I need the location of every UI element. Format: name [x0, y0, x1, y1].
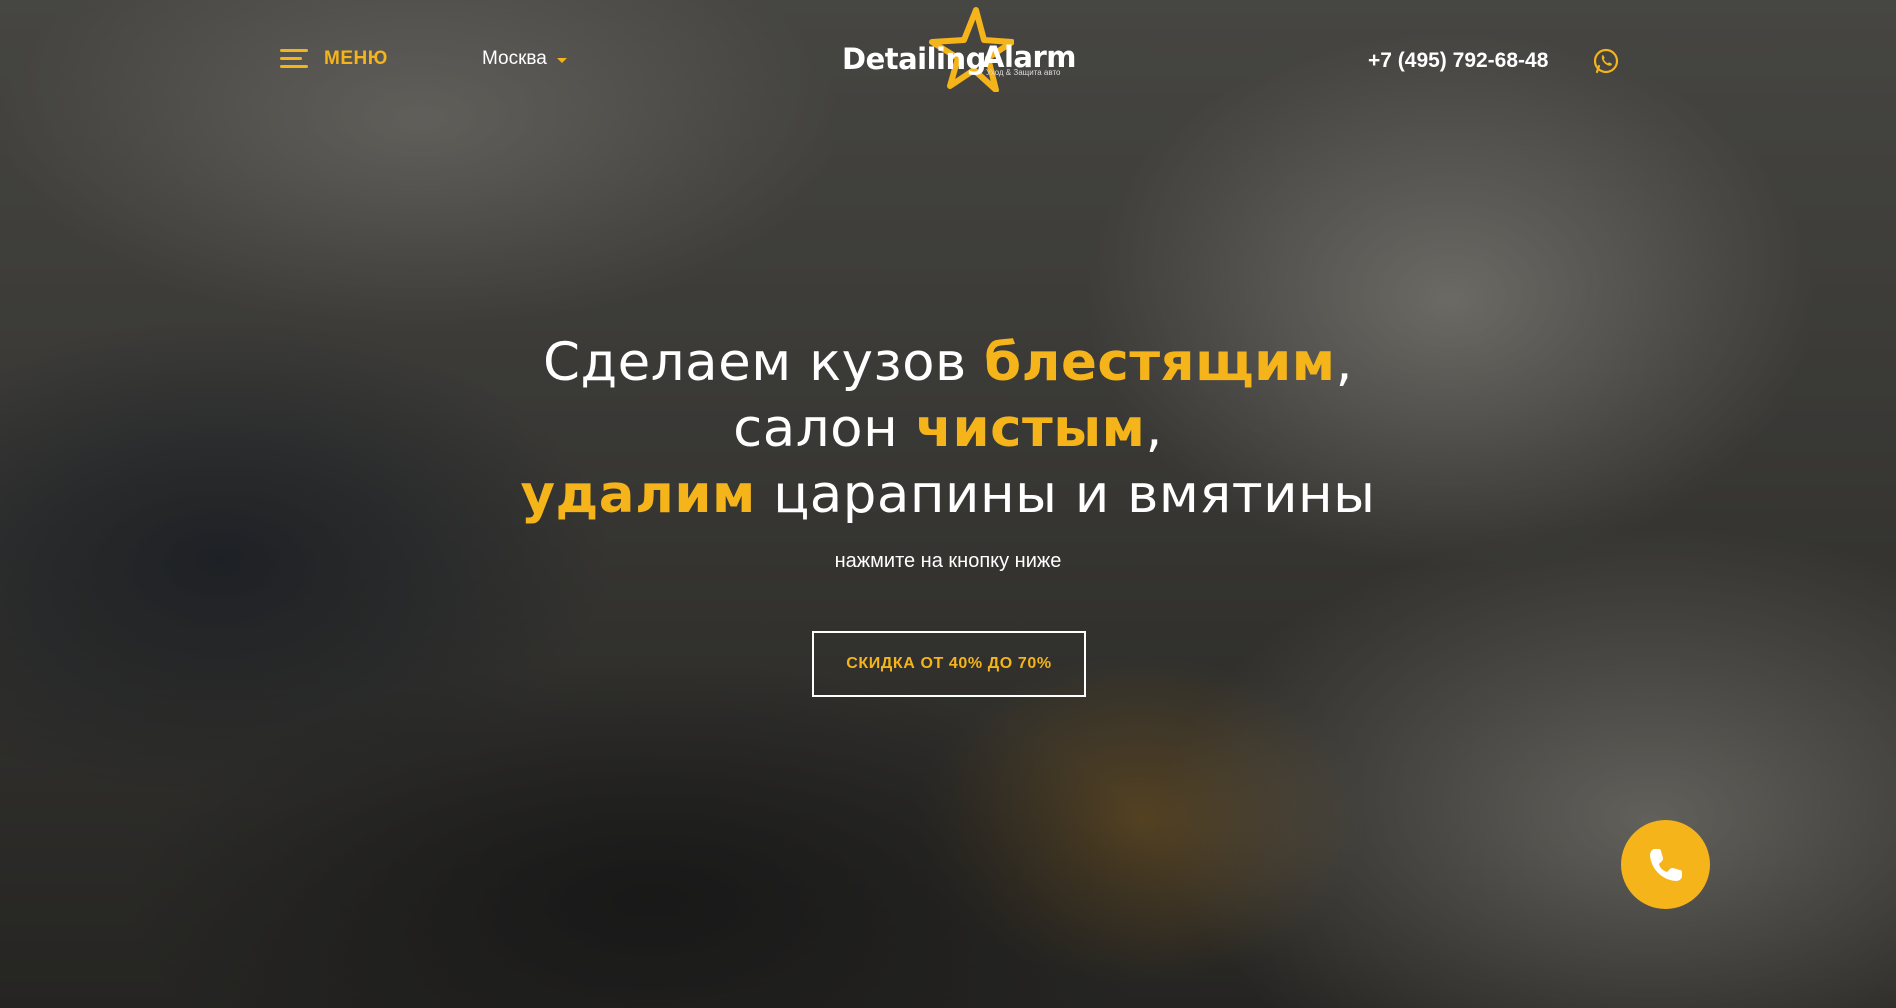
headline-line-2: салон чистым,	[0, 396, 1896, 462]
whatsapp-icon[interactable]	[1592, 47, 1620, 75]
site-header: МЕНЮ Москва Detailing Alarm Уход & Защит…	[0, 0, 1896, 120]
chevron-down-icon	[556, 58, 567, 63]
headline-line-3: удалим царапины и вмятины	[0, 462, 1896, 528]
headline-accent: блестящим	[984, 332, 1336, 393]
discount-cta-button[interactable]: СКИДКА ОТ 40% ДО 70%	[812, 631, 1086, 697]
headline-accent: чистым	[915, 398, 1146, 459]
menu-button[interactable]: МЕНЮ	[280, 48, 388, 70]
headline-text: царапины и вмятины	[755, 464, 1376, 525]
headline-accent: удалим	[520, 464, 756, 525]
city-selector[interactable]: Москва	[482, 48, 567, 70]
logo-tagline: Уход & Защита авто	[986, 68, 1061, 77]
hero-subtext: нажмите на кнопку ниже	[834, 550, 1062, 572]
logo[interactable]: Detailing Alarm Уход & Защита авто	[838, 6, 1076, 92]
hero-headline: Сделаем кузов блестящим, салон чистым, у…	[0, 330, 1896, 528]
phone-number[interactable]: +7 (495) 792-68-48	[1368, 49, 1548, 73]
call-button[interactable]	[1621, 820, 1710, 909]
headline-punct: ,	[1145, 398, 1163, 459]
headline-text: салон	[733, 398, 916, 459]
headline-punct: ,	[1335, 332, 1353, 393]
headline-text: Сделаем кузов	[543, 332, 985, 393]
hamburger-icon	[280, 49, 308, 69]
phone-icon	[1649, 848, 1682, 881]
menu-label: МЕНЮ	[324, 48, 388, 69]
logo-word-1: Detailing	[842, 42, 986, 76]
headline-line-1: Сделаем кузов блестящим,	[0, 330, 1896, 396]
city-label: Москва	[482, 48, 547, 69]
